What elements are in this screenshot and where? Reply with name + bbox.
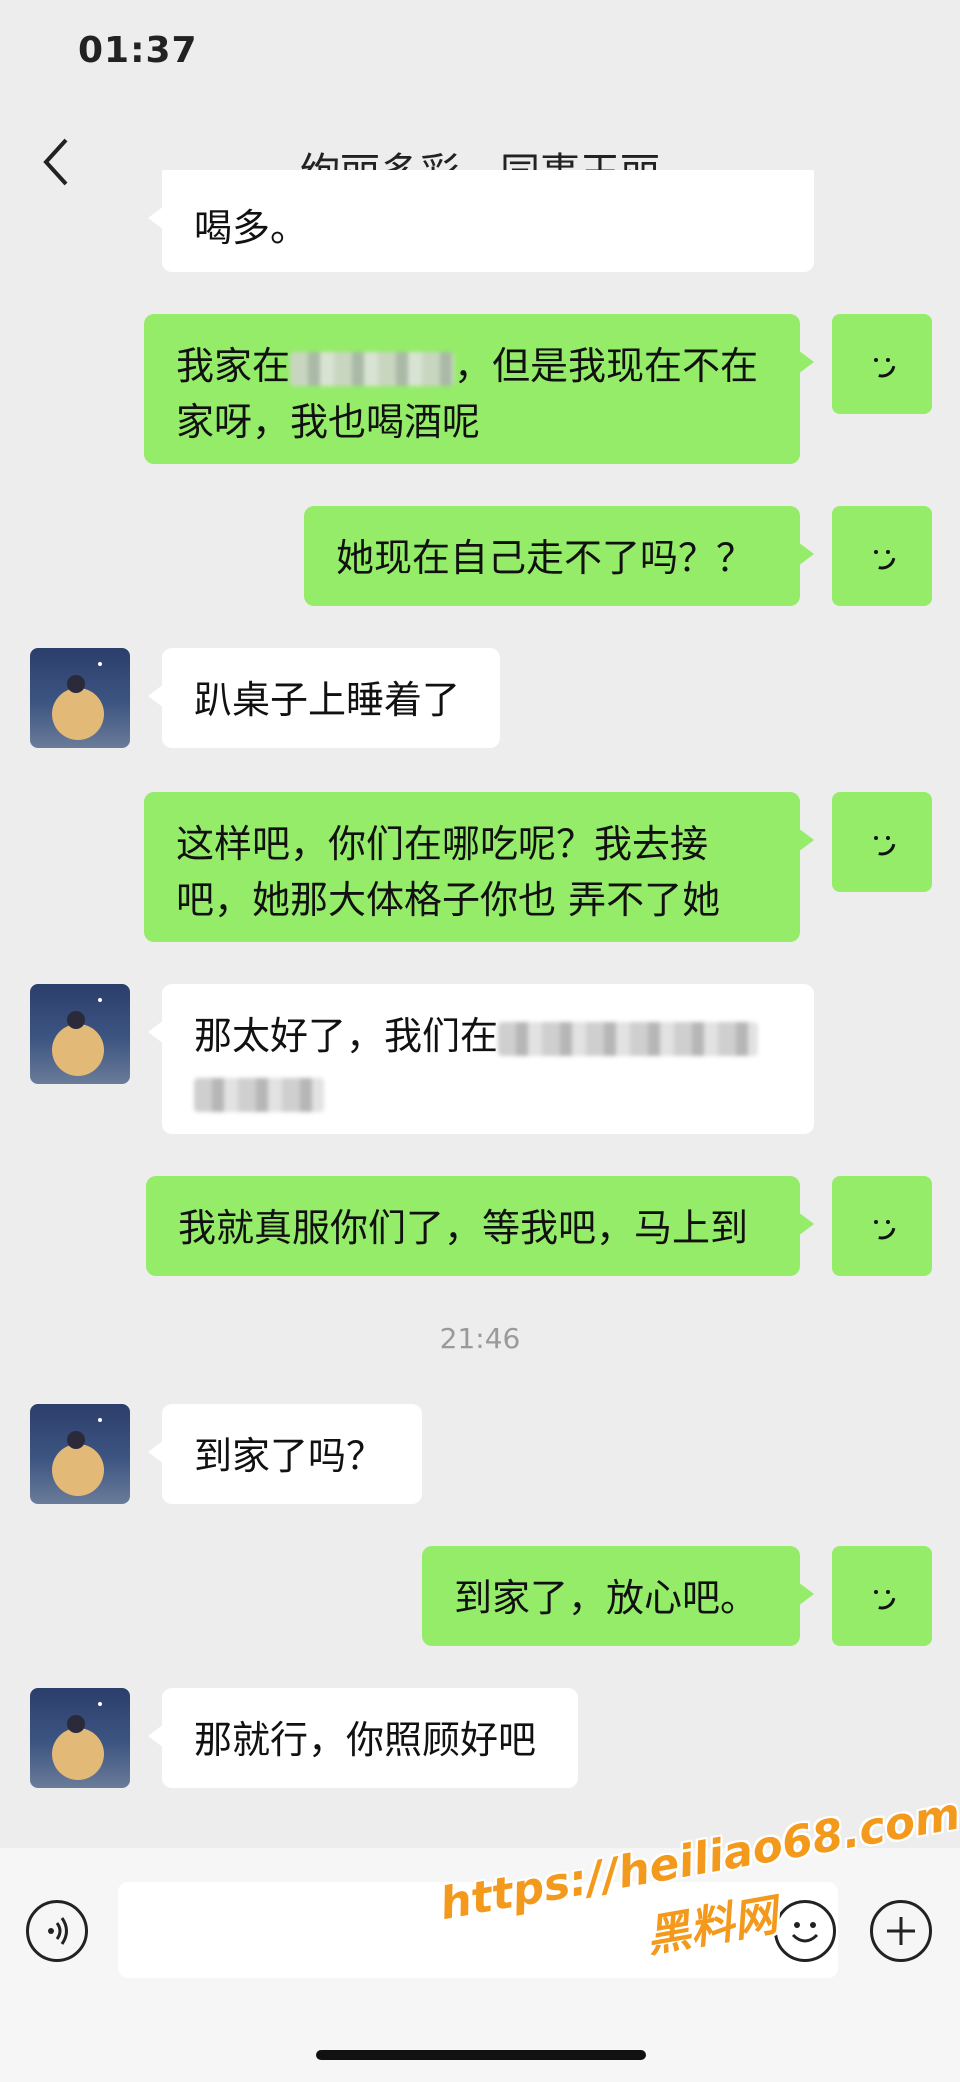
avatar[interactable] [832,1176,932,1276]
message-text: 到家了吗？ [194,1434,385,1478]
message-incoming[interactable]: 到家了吗？ [148,1404,422,1504]
message-outgoing[interactable]: 我就真服你们了，等我吧，马上到 [146,1176,814,1276]
avatar[interactable] [832,1546,932,1646]
avatar[interactable] [30,648,130,748]
message-text: 那太好了，我们在 [194,1014,499,1058]
redacted-text [194,1077,324,1112]
message-text: 趴桌子上睡着了 [194,678,461,722]
message-outgoing[interactable]: 到家了，放心吧。 [422,1546,814,1646]
avatar[interactable] [30,984,130,1084]
message-outgoing[interactable]: 她现在自己走不了吗？？ [304,506,814,606]
timestamp: 21:46 [439,1322,521,1355]
voice-icon[interactable] [26,1900,88,1962]
home-indicator[interactable] [316,2050,646,2060]
avatar[interactable] [30,1688,130,1788]
message-outgoing[interactable]: 这样吧，你们在哪吃呢？我去接吧，她那大体格子你也 弄不了她 [144,792,814,942]
message-text: 那就行，你照顾好吧 [194,1718,537,1762]
message-text: 这样吧，你们在哪吃呢？我去接吧，她那大体格子你也 弄不了她 [176,822,721,922]
avatar[interactable] [832,314,932,414]
message-text: 喝多。 [194,206,309,250]
message-text: 她现在自己走不了吗？？ [336,536,755,580]
message-incoming[interactable]: 趴桌子上睡着了 [148,648,500,748]
avatar[interactable] [30,1404,130,1504]
message-text: 到家了，放心吧。 [454,1576,759,1620]
avatar[interactable] [832,506,932,606]
message-incoming[interactable]: 那太好了，我们在 [148,984,814,1134]
message-incoming[interactable]: 那就行，你照顾好吧 [148,1688,578,1788]
message-text: 我家在 [176,344,291,388]
message-text: 我就真服你们了，等我吧，马上到 [178,1206,749,1250]
status-time: 01:37 [78,30,198,71]
avatar[interactable] [832,792,932,892]
redacted-text [498,1021,759,1056]
message-incoming[interactable]: 喝多。 [148,170,814,272]
message-outgoing[interactable]: 我家在 ，但是我现在不在家呀，我也喝酒呢 [144,314,814,464]
redacted-text [290,351,455,386]
